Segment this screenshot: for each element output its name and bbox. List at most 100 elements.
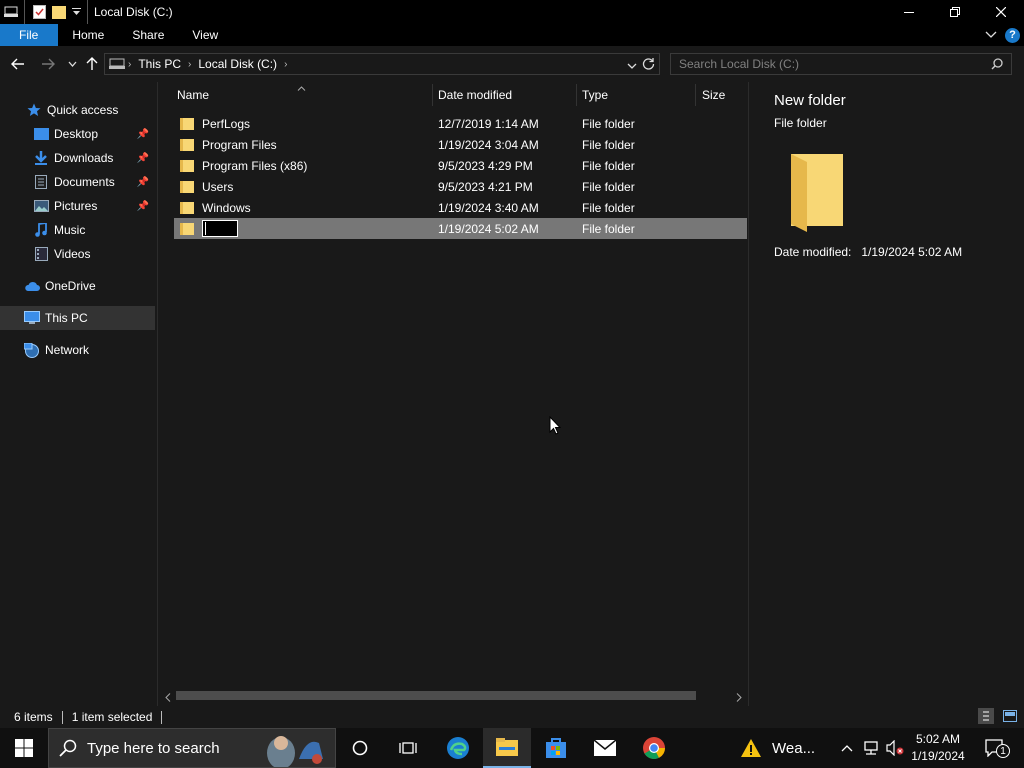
sidebar-item-quick-access[interactable]: Quick access: [0, 98, 155, 122]
chrome-icon: [643, 737, 665, 759]
column-header-size[interactable]: Size: [702, 82, 748, 108]
preview-date-modified: Date modified: 1/19/2024 5:02 AM: [774, 245, 962, 259]
taskbar-app-edge[interactable]: [434, 728, 482, 768]
breadcrumb-separator: ›: [284, 58, 288, 70]
tab-share[interactable]: Share: [118, 24, 178, 46]
sidebar-item-pictures[interactable]: Pictures 📌: [0, 194, 155, 218]
pin-icon[interactable]: 📌: [137, 201, 149, 212]
tab-home[interactable]: Home: [58, 24, 118, 46]
properties-icon[interactable]: [29, 0, 49, 24]
preview-meta-label: Date modified:: [774, 245, 852, 259]
action-center-button[interactable]: 1: [978, 728, 1012, 768]
column-divider[interactable]: [695, 84, 696, 106]
volume-tray-button[interactable]: [884, 728, 906, 768]
help-icon[interactable]: ?: [1005, 27, 1020, 43]
table-row[interactable]: PerfLogs 12/7/2019 1:14 AM File folder: [174, 113, 747, 134]
large-icons-view-icon[interactable]: [1002, 708, 1018, 724]
volume-muted-icon: [886, 740, 904, 756]
table-row-selected[interactable]: 1/19/2024 5:02 AM File folder: [174, 218, 747, 239]
column-header-name[interactable]: Name: [177, 82, 432, 108]
expand-ribbon-icon[interactable]: [985, 28, 997, 42]
sidebar-item-music[interactable]: Music: [0, 218, 155, 242]
table-row[interactable]: Program Files (x86) 9/5/2023 4:29 PM Fil…: [174, 155, 747, 176]
breadcrumb-local-disk[interactable]: Local Disk (C:): [194, 57, 281, 71]
view-toggle: [978, 708, 1018, 724]
close-button[interactable]: [978, 0, 1024, 24]
pin-icon[interactable]: 📌: [137, 177, 149, 188]
customize-toolbar-icon[interactable]: [69, 0, 83, 24]
restore-button[interactable]: [932, 0, 978, 24]
file-name-cell: Program Files (x86): [180, 155, 307, 176]
column-divider[interactable]: [576, 84, 577, 106]
folder-icon: [180, 180, 194, 193]
preview-type: File folder: [774, 116, 827, 130]
sidebar-item-this-pc[interactable]: This PC: [0, 306, 155, 330]
minimize-button[interactable]: [886, 0, 932, 24]
column-header-type[interactable]: Type: [582, 82, 692, 108]
selection-count: 1 item selected: [71, 710, 153, 724]
address-bar[interactable]: › This PC › Local Disk (C:) ›: [104, 53, 660, 75]
explorer-app-icon[interactable]: [2, 0, 20, 24]
cortana-button[interactable]: [336, 728, 384, 768]
recent-locations-button[interactable]: [62, 54, 82, 74]
taskbar-search-input[interactable]: Type here to search: [48, 728, 336, 768]
file-list-pane: Name Date modified Type Size PerfLogs 12…: [160, 82, 748, 706]
column-divider[interactable]: [432, 84, 433, 106]
clock-time: 5:02 AM: [915, 732, 961, 746]
table-row[interactable]: Users 9/5/2023 4:21 PM File folder: [174, 176, 747, 197]
network-icon: [24, 342, 40, 358]
start-button[interactable]: [0, 728, 48, 768]
scrollbar-thumb[interactable]: [176, 691, 696, 700]
breadcrumb-this-pc[interactable]: This PC: [134, 57, 185, 71]
sidebar-item-documents[interactable]: Documents 📌: [0, 170, 155, 194]
tab-view[interactable]: View: [178, 24, 232, 46]
sidebar-item-network[interactable]: Network: [0, 338, 155, 362]
rename-input[interactable]: [202, 220, 238, 237]
folder-icon: [180, 117, 194, 130]
taskbar-clock[interactable]: 5:02 AM 1/19/2024: [906, 731, 970, 765]
notification-count-badge: 1: [996, 744, 1010, 758]
taskbar-app-chrome[interactable]: [630, 728, 678, 768]
search-placeholder: Search Local Disk (C:): [679, 57, 800, 71]
preview-title: New folder: [774, 92, 846, 109]
windows-logo-icon: [15, 739, 33, 757]
sidebar-item-videos[interactable]: Videos: [0, 242, 155, 266]
sidebar-item-onedrive[interactable]: OneDrive: [0, 274, 155, 298]
weather-widget[interactable]: Wea...: [740, 728, 815, 768]
taskbar-app-store[interactable]: [532, 728, 580, 768]
pin-icon[interactable]: 📌: [137, 129, 149, 140]
new-folder-icon[interactable]: [49, 0, 69, 24]
sidebar-item-desktop[interactable]: Desktop 📌: [0, 122, 155, 146]
address-dropdown-icon[interactable]: [627, 59, 637, 73]
scroll-left-icon[interactable]: [165, 691, 171, 705]
pin-icon[interactable]: 📌: [137, 153, 149, 164]
file-date: 1/19/2024 3:04 AM: [438, 137, 539, 152]
back-button[interactable]: [8, 54, 28, 74]
forward-button[interactable]: [38, 54, 58, 74]
pictures-icon: [33, 198, 49, 214]
quick-access-toolbar: [0, 0, 92, 24]
tab-file[interactable]: File: [0, 24, 59, 46]
store-icon: [546, 738, 566, 758]
search-icon[interactable]: [991, 58, 1003, 73]
taskbar-app-file-explorer[interactable]: [483, 728, 531, 768]
large-folder-icon: [787, 148, 847, 235]
search-highlight-illustration-icon: [259, 729, 329, 768]
sidebar-item-downloads[interactable]: Downloads 📌: [0, 146, 155, 170]
network-tray-button[interactable]: [860, 728, 882, 768]
table-row[interactable]: Windows 1/19/2024 3:40 AM File folder: [174, 197, 747, 218]
taskbar-app-mail[interactable]: [581, 728, 629, 768]
table-row[interactable]: Program Files 1/19/2024 3:04 AM File fol…: [174, 134, 747, 155]
scroll-right-icon[interactable]: [736, 691, 742, 705]
up-button[interactable]: [82, 54, 102, 74]
column-header-date[interactable]: Date modified: [438, 82, 578, 108]
document-icon: [33, 174, 49, 190]
horizontal-scrollbar[interactable]: [160, 687, 748, 704]
status-bar: 6 items 1 item selected: [0, 706, 1024, 728]
file-type: File folder: [582, 116, 635, 131]
task-view-button[interactable]: [384, 728, 432, 768]
show-hidden-icons-button[interactable]: [838, 728, 856, 768]
details-view-icon[interactable]: [978, 708, 994, 724]
search-input[interactable]: Search Local Disk (C:): [670, 53, 1012, 75]
refresh-icon[interactable]: [642, 57, 655, 73]
